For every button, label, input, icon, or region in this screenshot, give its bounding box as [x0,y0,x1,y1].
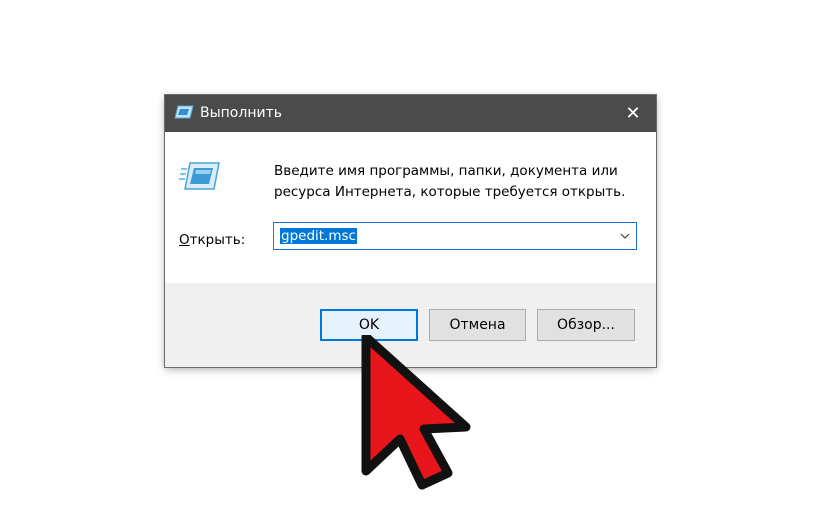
instructions-text: Введите имя программы, папки, документа … [274,163,626,200]
run-icon [179,160,221,194]
ok-button-label: OK [358,317,380,333]
run-icon [174,105,194,121]
open-input[interactable]: gpedit.msc [280,228,357,244]
browse-button[interactable]: Обзор... [537,309,635,341]
open-label: Открыть: [179,232,245,248]
title-bar[interactable]: Выполнить ✕ [165,95,656,132]
run-dialog: Выполнить ✕ Введите имя программы, папки… [165,95,656,367]
dialog-content: Введите имя программы, папки, документа … [165,132,656,283]
close-button[interactable]: ✕ [610,95,656,132]
dialog-title: Выполнить [200,105,282,121]
open-label-accelerator: О [179,232,190,248]
cursor-arrow-icon [356,332,476,495]
close-icon: ✕ [625,103,641,124]
browse-button-label: Обзор... [557,317,615,333]
chevron-down-icon[interactable] [618,228,632,242]
cancel-button-label: Отмена [449,317,506,333]
open-combobox[interactable]: gpedit.msc [273,222,637,250]
open-label-text: ткрыть: [189,232,246,248]
